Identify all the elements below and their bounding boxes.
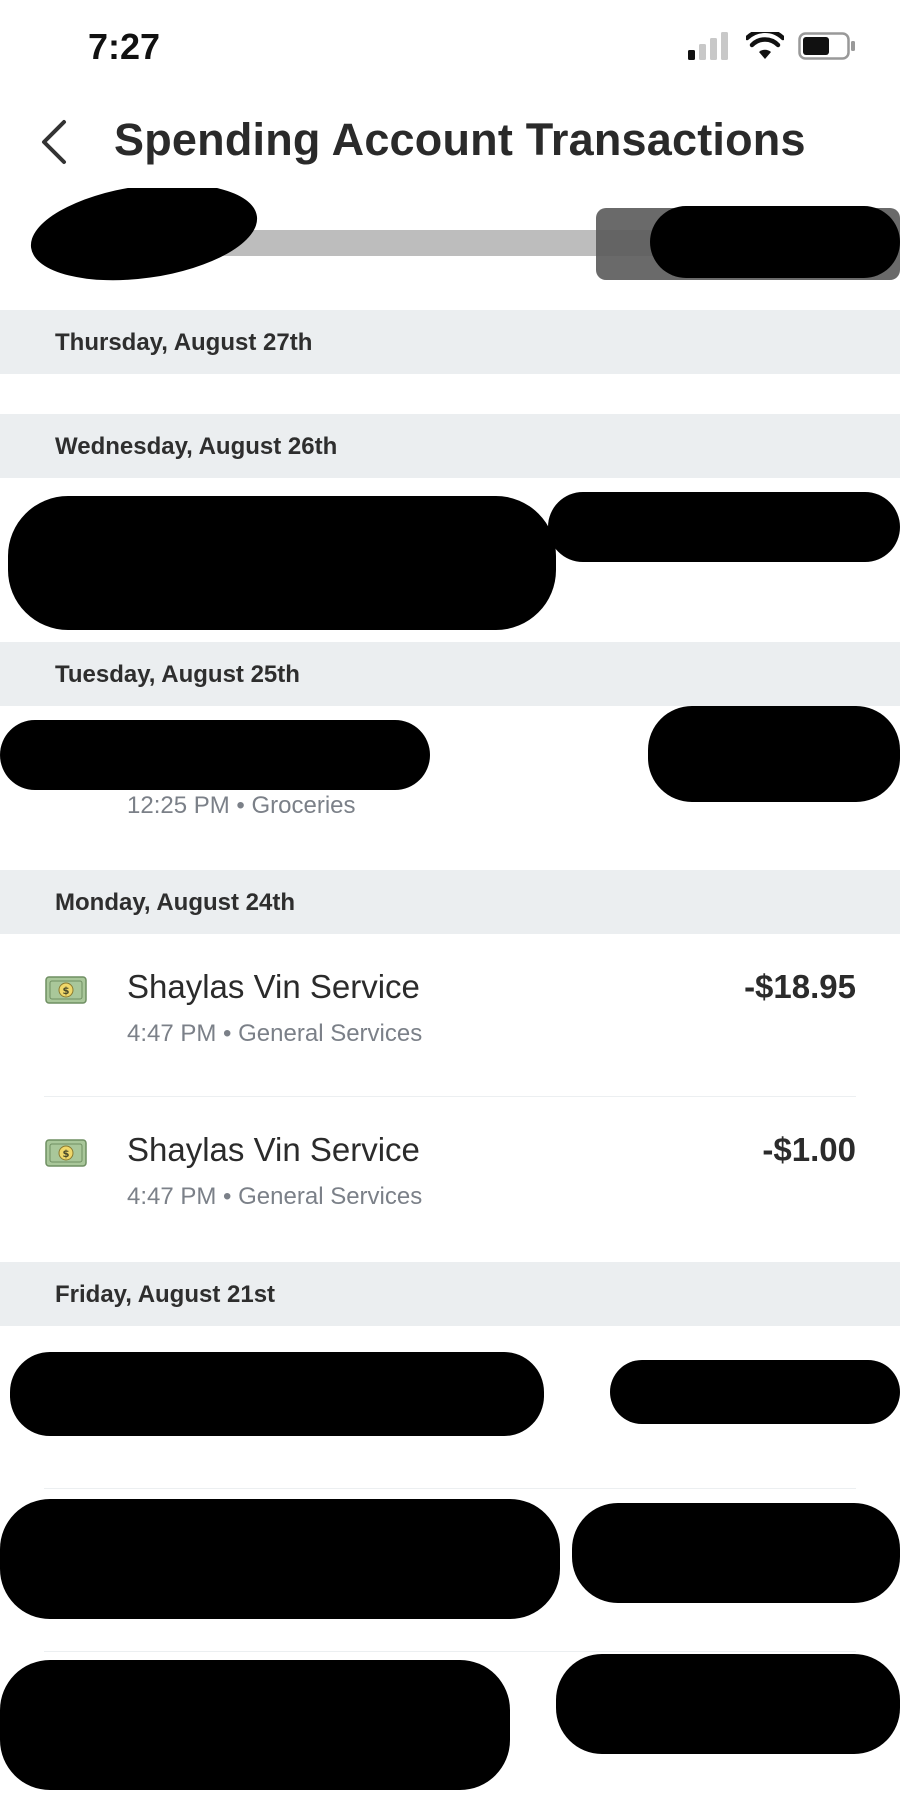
transaction-meta: 4:47 PM • General Services (127, 1020, 422, 1048)
meta-separator: • (216, 1412, 239, 1439)
status-icons (688, 32, 856, 60)
transaction-time: 4:14 AM (127, 1738, 216, 1765)
transaction-row[interactable]: Colorado Tech Epay 1:36 PM • Educational… (0, 1326, 900, 1489)
meta-separator: • (216, 1183, 239, 1210)
transaction-row[interactable]: Aarons Online Payment 3:26 AM • General … (0, 478, 900, 641)
transaction-amount: -$1.00 (762, 1131, 856, 1168)
transaction-amount: -$344.96 (725, 512, 856, 549)
transaction-merchant: Walmart (127, 1686, 249, 1723)
transaction-category: Cell Phone (236, 1575, 355, 1602)
transaction-time: 3:26 AM (127, 564, 216, 591)
transaction-category: General Services (238, 1020, 423, 1047)
empty-day-spacer (0, 374, 900, 414)
redaction-gray-stroke (180, 230, 900, 256)
meta-separator: • (216, 1020, 239, 1047)
nav-bar: Spending Account Transactions (0, 96, 900, 188)
svg-text:$: $ (63, 986, 70, 997)
transaction-amount: -$92.00 (744, 1360, 856, 1397)
money-icon (45, 518, 87, 550)
transaction-merchant: Shaylas Vin Service (127, 968, 420, 1005)
back-button[interactable] (34, 116, 78, 168)
transaction-category: General Services (236, 564, 421, 591)
cellular-signal-icon (688, 32, 728, 60)
transaction-time: 4:47 PM (127, 1183, 217, 1210)
transaction-merchant: AT&T (127, 1523, 209, 1560)
transaction-row[interactable]: $ Shaylas Vin Service 4:47 PM • General … (0, 1097, 900, 1260)
transaction-category: General Services (238, 1183, 423, 1210)
balance-row: Balance (0, 188, 900, 310)
transaction-meta: 5:28 AM • Cell Phone (127, 1575, 354, 1603)
date-header-label: Thursday, August 27th (55, 329, 313, 356)
date-header-label: Friday, August 21st (55, 1281, 276, 1308)
status-time: 7:27 (88, 26, 161, 67)
wifi-icon (746, 32, 784, 59)
transaction-meta: 3:26 AM • General Services (127, 564, 421, 592)
date-header: Thursday, August 27th (0, 310, 900, 374)
date-header-label: Wednesday, August 26th (55, 433, 338, 460)
transaction-amount: -$162.86 (725, 1523, 856, 1560)
transaction-merchant: Aarons Online Payment (127, 512, 476, 549)
date-header-label: Tuesday, August 25th (55, 661, 300, 688)
transaction-time: 4:47 PM (127, 1020, 217, 1047)
status-bar: 7:27 (0, 0, 900, 96)
battery-icon (798, 32, 855, 60)
redaction-gray-block (596, 208, 900, 280)
transaction-row[interactable]: Walmart 4:14 AM • Groceries -$43.69 (0, 1652, 900, 1815)
transaction-meta: 12:25 PM • Groceries (127, 792, 356, 820)
transaction-amount: -$43.69 (744, 1686, 856, 1723)
transaction-time: 12:25 PM (127, 792, 230, 819)
transaction-time: 5:28 AM (127, 1575, 216, 1602)
transaction-category: Groceries (236, 1738, 341, 1765)
money-icon: $ (45, 976, 87, 1004)
transaction-category: Educational (238, 1412, 364, 1439)
transaction-row[interactable]: AT&T 5:28 AM • Cell Phone -$162.86 (0, 1489, 900, 1652)
date-header: Wednesday, August 26th (0, 414, 900, 478)
meta-separator: • (229, 792, 252, 819)
transaction-time: 1:36 PM (127, 1412, 217, 1439)
page-title: Spending Account Transactions (114, 114, 806, 165)
phone-icon (45, 1529, 87, 1561)
transaction-category: Groceries (251, 792, 356, 819)
money-icon: $ (45, 1139, 87, 1167)
date-header: Friday, August 21st (0, 1262, 900, 1326)
transaction-row[interactable]: $ Shaylas Vin Service 4:47 PM • General … (0, 934, 900, 1097)
transaction-merchant: Colorado Tech Epay (127, 1360, 424, 1397)
transaction-meta: 1:36 PM • Educational (127, 1412, 364, 1440)
svg-text:$: $ (63, 1149, 70, 1160)
transaction-meta: 4:14 AM • Groceries (127, 1738, 341, 1766)
meta-separator: • (215, 564, 237, 591)
transaction-merchant: Shaylas Vin Service (127, 1131, 420, 1168)
transaction-meta: 4:47 PM • General Services (127, 1183, 422, 1211)
redaction-scribble (0, 1660, 510, 1790)
education-icon (45, 1366, 87, 1398)
transaction-amount: -$18.95 (744, 968, 856, 1005)
meta-separator: • (215, 1575, 237, 1602)
chevron-left-icon (42, 120, 66, 164)
transaction-merchant: Walmart (127, 740, 249, 777)
date-header-label: Monday, August 24th (55, 889, 295, 916)
grocery-icon (45, 1692, 87, 1724)
redaction-scribble (650, 206, 900, 278)
balance-label: Balance (44, 234, 146, 265)
date-header: Tuesday, August 25th (0, 642, 900, 706)
meta-separator: • (215, 1738, 237, 1765)
transaction-amount: -$7.22 (762, 740, 856, 777)
grocery-icon (45, 746, 87, 778)
date-header: Monday, August 24th (0, 870, 900, 934)
transaction-row[interactable]: Walmart 12:25 PM • Groceries -$7.22 (0, 706, 900, 869)
